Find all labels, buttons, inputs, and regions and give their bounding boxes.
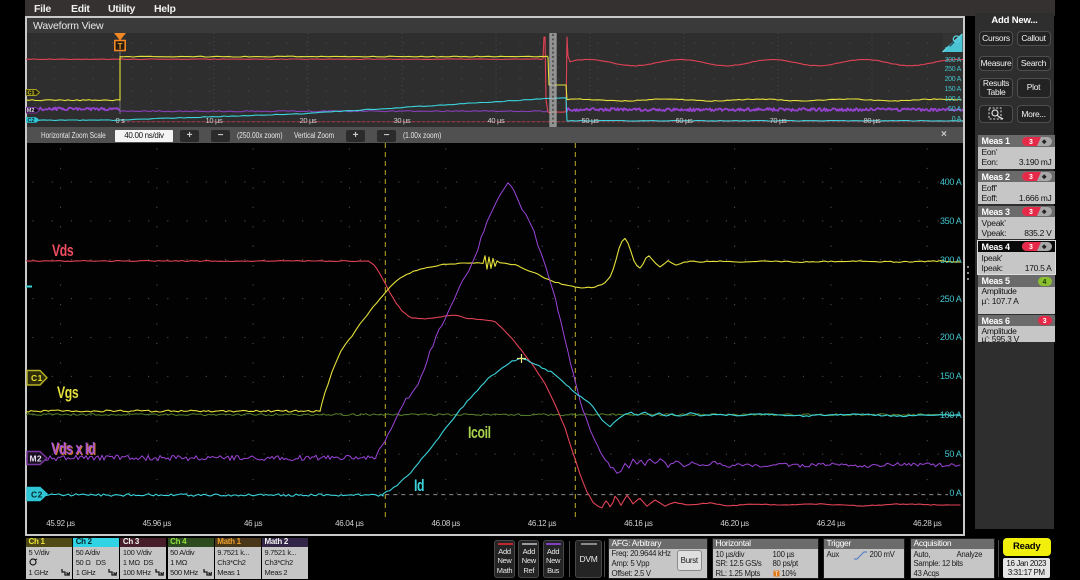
svg-text:4: 4: [1042, 279, 1046, 286]
svg-text:C1: C1: [28, 91, 35, 97]
svg-text:M2: M2: [30, 454, 42, 464]
svg-text:3: 3: [1042, 318, 1046, 325]
svg-text:T: T: [118, 42, 123, 51]
svg-text:3: 3: [1029, 139, 1033, 146]
svg-text:C2: C2: [31, 490, 43, 500]
svg-text:3: 3: [1029, 209, 1033, 216]
svg-text:C2: C2: [28, 118, 35, 124]
svg-text:C1: C1: [31, 373, 43, 383]
svg-text:3: 3: [1029, 174, 1033, 181]
svg-text:M2: M2: [27, 108, 35, 114]
svg-text:3: 3: [1029, 244, 1033, 251]
